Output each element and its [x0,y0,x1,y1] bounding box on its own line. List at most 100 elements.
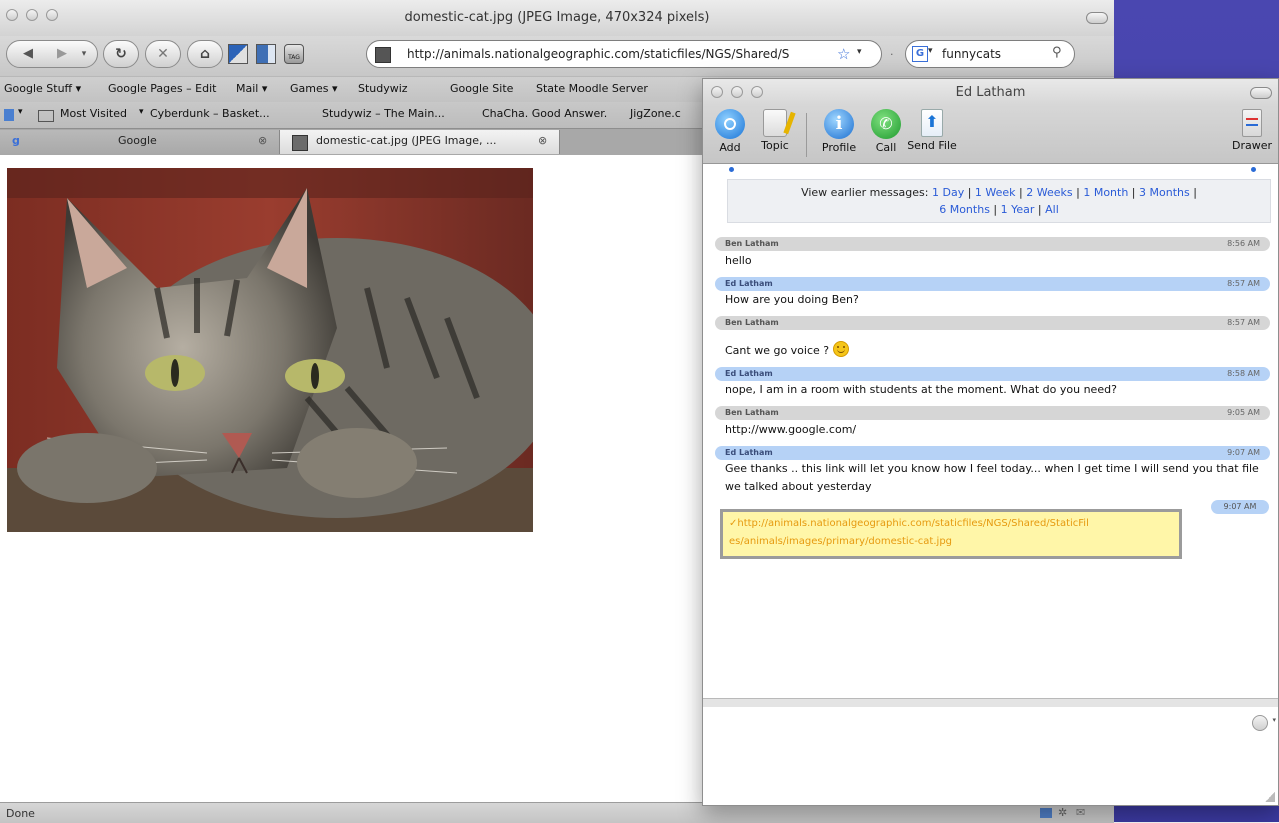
window-title: domestic-cat.jpg (JPEG Image, 470x324 pi… [404,10,710,25]
search-bar[interactable]: G ▾ funnycats ⚲ [905,40,1075,68]
add-label: Add [719,141,741,154]
message-text: Gee thanks .. this link will let you kno… [725,462,1259,493]
pending-link-message[interactable]: ✓http://animals.nationalgeographic.com/s… [720,509,1182,559]
message-time: 8:58 AM [1227,369,1260,378]
bookmark-studywiz[interactable]: Studywiz [358,82,408,95]
home-button[interactable]: ⌂ [187,40,223,68]
drawer-button[interactable]: Drawer [1231,109,1273,152]
message-header: 9:07 AM Ed Latham [715,446,1270,460]
bookmark-games[interactable]: Games ▾ [290,82,338,95]
send-file-label: Send File [907,139,957,152]
message-time: 9:05 AM [1227,408,1260,417]
message-text: Cant we go voice ? [725,344,830,357]
google-favicon-icon: g [12,134,20,147]
info-icon: i [824,109,854,139]
tab-label: Google [118,134,157,147]
send-file-button[interactable]: ⬆ Send File [907,109,957,152]
tab-close-icon[interactable]: ⊗ [538,130,547,152]
earlier-6-months-link[interactable]: 6 Months [939,203,990,216]
earlier-1-year-link[interactable]: 1 Year [1001,203,1035,216]
pending-link-line1: ✓http://animals.nationalgeographic.com/s… [729,518,1089,529]
message-header: 8:58 AM Ed Latham [715,367,1270,381]
url-bar[interactable]: http://animals.nationalgeographic.com/st… [366,40,882,68]
bookmark-google-pages-edit[interactable]: Google Pages – Edit [108,82,216,95]
most-visited-icon [38,110,54,122]
message-header: 8:57 AM Ben Latham [715,316,1270,330]
topic-button[interactable]: Topic [757,109,796,152]
add-button[interactable]: Add [715,109,745,154]
message-text: hello [725,254,752,267]
sidebar-icon[interactable] [256,44,276,64]
bookmark-most-visited[interactable]: Most Visited [60,107,127,120]
message-time: 8:57 AM [1227,318,1260,327]
tab-google[interactable]: g Google ⊗ [0,130,280,154]
earlier-1-day-link[interactable]: 1 Day [932,186,964,199]
bookmark-studywiz-main[interactable]: Studywiz – The Main... [322,107,445,120]
toolbar-separator [806,113,807,157]
emoticon-dropdown-icon[interactable]: ▾ [1272,716,1276,724]
message-time: 8:56 AM [1227,239,1260,248]
earlier-1-month-link[interactable]: 1 Month [1083,186,1128,199]
google-search-engine-icon[interactable]: G [912,46,928,62]
resize-grip-icon[interactable] [1265,792,1275,802]
search-magnifier-icon[interactable]: ⚲ [1052,45,1062,60]
send-file-icon: ⬆ [921,109,943,137]
status-text: Done [6,807,35,820]
history-dropdown[interactable]: ▾ [73,41,95,67]
add-icon [715,109,745,139]
bookmark-jigzone[interactable]: JigZone.c [630,107,681,120]
bookmark-cyberdunk[interactable]: Cyberdunk – Basket... [150,107,270,120]
separator-dot: · [890,48,894,61]
message-link[interactable]: http://www.google.com/ [725,421,1265,439]
url-input[interactable]: http://animals.nationalgeographic.com/st… [407,47,835,61]
thread-marker-right [1251,167,1256,172]
earlier-messages-box: View earlier messages: 1 Day | 1 Week | … [727,179,1271,223]
topic-label: Topic [761,139,789,152]
bookmark-google-site[interactable]: Google Site [450,82,513,95]
drawer-label: Drawer [1231,139,1273,152]
message-sender: Ben Latham [725,408,779,417]
status-gear-icon[interactable]: ✲ [1058,806,1067,819]
toolbar-toggle-button[interactable] [1086,12,1108,24]
bookmark-state-moodle-server[interactable]: State Moodle Server [536,82,648,95]
bookmark-google-stuff[interactable]: Google Stuff ▾ [4,82,81,95]
most-visited-dropdown[interactable]: ▾ [139,107,144,117]
tab-domestic-cat[interactable]: domestic-cat.jpg (JPEG Image, ... ⊗ [280,130,560,154]
reload-button[interactable]: ↻ [103,40,139,68]
url-dropdown-icon[interactable]: ▾ [857,47,862,57]
earlier-2-weeks-link[interactable]: 2 Weeks [1026,186,1072,199]
earlier-3-months-link[interactable]: 3 Months [1139,186,1190,199]
profile-label: Profile [821,141,857,154]
message-text-with-emoticon: Cant we go voice ? [725,341,1265,360]
tag-icon[interactable]: TAG [284,44,304,64]
pending-message-time: 9:07 AM [1211,500,1269,514]
status-addon-icon[interactable] [1040,808,1052,818]
bookmark-folder-dropdown[interactable]: ▾ [18,107,23,117]
profile-button[interactable]: i Profile [819,109,859,154]
earlier-1-week-link[interactable]: 1 Week [975,186,1016,199]
message-text: How are you doing Ben? [725,293,859,306]
back-button[interactable]: ◀ [11,41,45,67]
stop-button[interactable]: ✕ [145,40,181,68]
message-sender: Ed Latham [725,448,773,457]
message-header: 9:05 AM Ben Latham [715,406,1270,420]
chat-toolbar-toggle-button[interactable] [1250,87,1272,99]
browser-titlebar: domestic-cat.jpg (JPEG Image, 470x324 pi… [0,0,1114,37]
bookmark-mail[interactable]: Mail ▾ [236,82,267,95]
call-button[interactable]: ✆ Call [871,109,901,154]
bookmark-manager-icon[interactable] [228,44,248,64]
message-time: 9:07 AM [1227,448,1260,457]
message-input[interactable]: ▾ [703,707,1278,805]
search-input[interactable]: funnycats [942,47,1001,61]
bookmark-star-icon[interactable]: ☆ [837,45,850,63]
tab-close-icon[interactable]: ⊗ [258,130,267,152]
message-sender: Ben Latham [725,318,779,327]
search-engine-dropdown-icon[interactable]: ▾ [928,46,933,56]
status-mail-icon[interactable]: ✉ [1076,806,1085,819]
emoticon-menu-icon[interactable] [1252,715,1268,731]
chat-window: Ed Latham Add Topic i Profile ✆ Call ⬆ S… [702,78,1279,806]
message-header: 8:56 AM Ben Latham [715,237,1270,251]
bookmark-chacha[interactable]: ChaCha. Good Answer. [482,107,607,120]
bookmark-folder-icon[interactable] [4,109,14,121]
earlier-all-link[interactable]: All [1045,203,1059,216]
